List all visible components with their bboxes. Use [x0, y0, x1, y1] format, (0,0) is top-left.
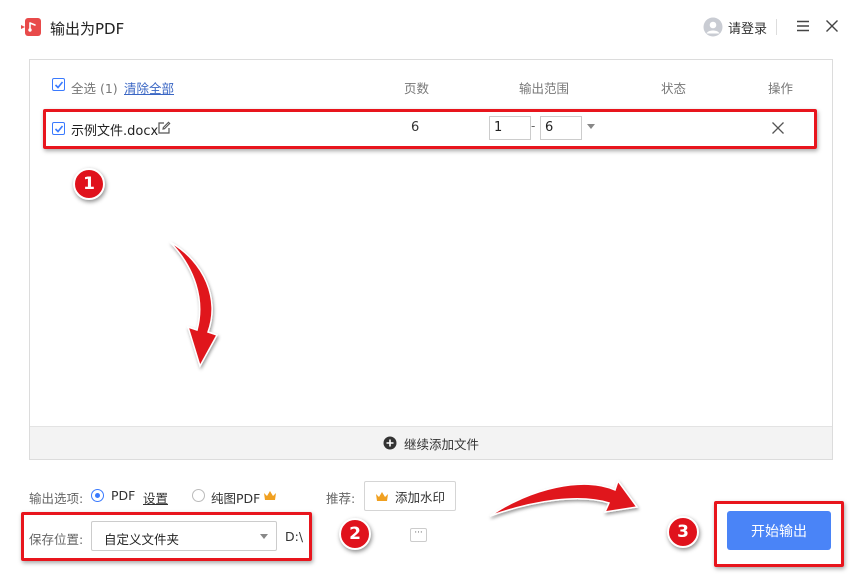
remove-file-icon[interactable]	[771, 121, 785, 135]
image-pdf-radio[interactable]	[192, 489, 205, 502]
file-checkbox[interactable]	[52, 122, 65, 135]
window-title: 输出为PDF	[50, 20, 125, 38]
select-all-label: 全选 (1)	[71, 81, 118, 96]
output-options-label: 输出选项:	[29, 491, 84, 506]
range-from-input[interactable]: 1	[489, 116, 531, 140]
pdf-radio-label[interactable]: PDF	[111, 488, 135, 503]
save-location-value: 自定义文件夹	[104, 532, 180, 547]
checkmark-icon	[54, 125, 64, 133]
edit-icon[interactable]	[157, 121, 171, 135]
file-row: 示例文件.docx 6 1 - 6	[30, 110, 832, 148]
user-avatar-icon	[703, 17, 723, 37]
app-logo-icon	[21, 18, 41, 36]
crown-icon	[264, 491, 276, 500]
settings-link[interactable]: 设置	[143, 488, 168, 507]
titlebar-divider	[776, 19, 777, 35]
arrow-right-icon	[489, 479, 639, 517]
browse-folder-button[interactable]: ···	[410, 528, 427, 542]
recommend-label: 推荐:	[326, 491, 356, 506]
start-output-button[interactable]: 开始输出	[727, 511, 831, 550]
range-separator: -	[531, 119, 536, 133]
range-dropdown-caret-icon[interactable]	[587, 124, 595, 129]
plus-circle-icon	[383, 436, 397, 450]
pdf-radio[interactable]	[91, 489, 104, 502]
column-header-pages: 页数	[404, 81, 430, 96]
clear-all-link[interactable]: 清除全部	[124, 78, 174, 97]
column-header-status: 状态	[661, 81, 687, 96]
add-more-files-label: 继续添加文件	[403, 436, 479, 452]
login-label: 请登录	[728, 21, 768, 37]
select-all-checkbox[interactable]	[52, 78, 65, 91]
add-more-files-button[interactable]: 继续添加文件	[30, 426, 832, 459]
save-location-label: 保存位置:	[29, 532, 84, 547]
add-watermark-label: 添加水印	[394, 489, 445, 505]
file-list-panel: 全选 (1) 清除全部 页数 输出范围 状态 操作 示例文件.docx 6 1 …	[29, 59, 833, 460]
checkmark-icon	[54, 81, 64, 89]
annotation-badge-1: 1	[73, 168, 105, 200]
save-path: D:\	[285, 529, 304, 544]
column-header-range: 输出范围	[519, 81, 570, 96]
add-watermark-button[interactable]: 添加水印	[364, 481, 456, 511]
save-location-select[interactable]: 自定义文件夹	[91, 521, 277, 551]
login-button[interactable]: 请登录	[703, 16, 767, 38]
crown-icon	[375, 491, 388, 501]
chevron-down-icon	[260, 534, 268, 539]
annotation-badge-2: 2	[339, 518, 371, 550]
range-to-input[interactable]: 6	[540, 116, 582, 140]
image-pdf-radio-label[interactable]: 纯图PDF	[211, 488, 260, 507]
file-name: 示例文件.docx	[71, 124, 159, 139]
list-header: 全选 (1) 清除全部 页数 输出范围 状态 操作	[30, 60, 832, 110]
title-bar: 输出为PDF 请登录	[0, 0, 860, 56]
menu-icon[interactable]	[795, 18, 811, 34]
annotation-badge-3: 3	[667, 516, 699, 548]
column-header-actions: 操作	[768, 81, 794, 96]
file-pages: 6	[411, 120, 420, 135]
close-icon[interactable]	[824, 18, 840, 34]
